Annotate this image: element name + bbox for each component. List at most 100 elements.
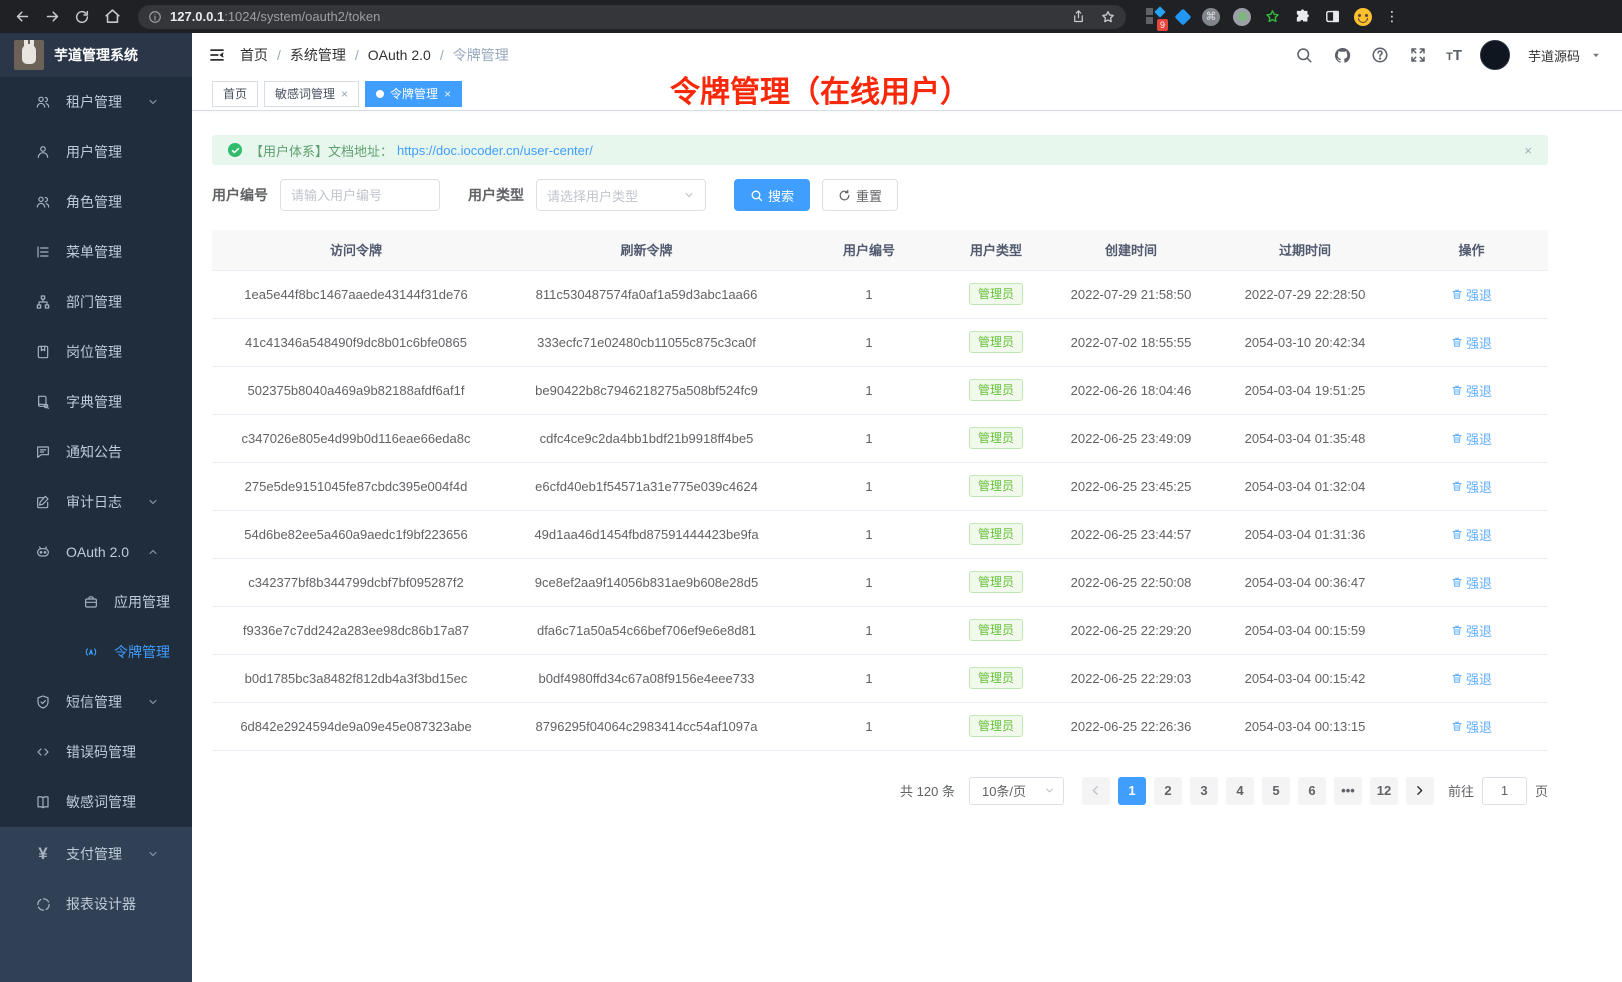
tab-令牌管理[interactable]: 令牌管理× — [365, 81, 462, 107]
sidebar-item-role-management[interactable]: 角色管理 — [0, 177, 192, 227]
site-info-icon[interactable] — [148, 10, 162, 24]
force-logout-button[interactable]: 强退 — [1451, 573, 1492, 592]
sidebar-item-menu-management[interactable]: 菜单管理 — [0, 227, 192, 277]
prev-page-button[interactable] — [1082, 777, 1110, 805]
tab-close-icon[interactable]: × — [341, 87, 348, 101]
sidebar-item-pay-management[interactable]: ¥支付管理 — [0, 829, 192, 879]
sidebar-item-post-management[interactable]: 岗位管理 — [0, 327, 192, 377]
breadcrumb-item[interactable]: 首页 — [240, 45, 268, 65]
search-button[interactable]: 搜索 — [734, 179, 810, 211]
user-menu[interactable]: 芋道源码 — [1528, 45, 1606, 65]
page-size-select[interactable]: 10条/页 — [969, 777, 1064, 805]
extension-gem-icon[interactable] — [1175, 8, 1192, 25]
extension-command-icon[interactable]: ⌘ — [1202, 8, 1220, 26]
sidebar-item-label: 敏感词管理 — [66, 792, 136, 812]
force-logout-button[interactable]: 强退 — [1451, 477, 1492, 496]
force-logout-button[interactable]: 强退 — [1451, 333, 1492, 352]
address-bar[interactable]: 127.0.0.1:1024/system/oauth2/token — [138, 5, 1126, 29]
github-icon[interactable] — [1332, 45, 1352, 65]
sidebar-item-error-code-management[interactable]: 错误码管理 — [0, 727, 192, 777]
brand-title: 芋道管理系统 — [54, 45, 138, 65]
help-icon[interactable] — [1370, 45, 1390, 65]
page-button-2[interactable]: 2 — [1154, 777, 1182, 805]
page-button-1[interactable]: 1 — [1118, 777, 1146, 805]
brand[interactable]: 芋道管理系统 — [0, 33, 192, 77]
sidebar-item-dict-management[interactable]: 字典管理 — [0, 377, 192, 427]
alert-doc-link[interactable]: https://doc.iocoder.cn/user-center/ — [397, 143, 593, 158]
browser-reload-icon[interactable] — [70, 5, 94, 29]
token-broadcast-icon — [82, 643, 100, 661]
extension-green-star-icon[interactable] — [1264, 8, 1281, 25]
extensions-bar: 9 ⌘ ⋮ — [1146, 8, 1399, 26]
alert-close-icon[interactable]: × — [1524, 143, 1532, 158]
force-logout-button[interactable]: 强退 — [1451, 429, 1492, 448]
browser-back-icon[interactable] — [10, 5, 34, 29]
fullscreen-icon[interactable] — [1408, 45, 1428, 65]
font-size-icon[interactable]: TT — [1446, 47, 1462, 64]
side-panel-icon[interactable] — [1324, 8, 1341, 25]
force-logout-button[interactable]: 强退 — [1451, 381, 1492, 400]
table-row: b0d1785bc3a8482f812db4a3f3bd15ecb0df4980… — [212, 654, 1548, 702]
page-button-6[interactable]: 6 — [1298, 777, 1326, 805]
search-icon[interactable] — [1294, 45, 1314, 65]
sidebar-item-sensitive-words[interactable]: 敏感词管理 — [0, 777, 192, 827]
user-type-placeholder: 请选择用户类型 — [547, 186, 638, 205]
oauth-robot-icon — [34, 543, 52, 561]
sidebar-item-label: 审计日志 — [66, 492, 122, 512]
user-type-tag: 管理员 — [969, 571, 1023, 593]
force-logout-button[interactable]: 强退 — [1451, 669, 1492, 688]
access-token-cell: b0d1785bc3a8482f812db4a3f3bd15ec — [212, 654, 500, 702]
tab-首页[interactable]: 首页 — [212, 81, 258, 107]
user-type-select[interactable]: 请选择用户类型 — [536, 179, 706, 211]
profile-emoji-icon[interactable] — [1354, 8, 1372, 26]
sidebar-collapse-icon[interactable] — [208, 46, 226, 64]
breadcrumb-item[interactable]: 系统管理 — [290, 45, 346, 65]
sidebar-item-oauth2[interactable]: OAuth 2.0 — [0, 527, 192, 577]
page-button-3[interactable]: 3 — [1190, 777, 1218, 805]
force-logout-button[interactable]: 强退 — [1451, 717, 1492, 736]
page-ellipsis[interactable]: ••• — [1334, 777, 1362, 805]
goto-label: 前往 — [1448, 781, 1474, 800]
sidebar-item-oauth2-token[interactable]: 令牌管理 — [0, 627, 192, 677]
force-logout-button[interactable]: 强退 — [1451, 621, 1492, 640]
sidebar-item-audit-log[interactable]: 审计日志 — [0, 477, 192, 527]
sidebar-item-label: 短信管理 — [66, 692, 122, 712]
sidebar-item-user-management[interactable]: 用户管理 — [0, 127, 192, 177]
reset-button[interactable]: 重置 — [822, 179, 898, 211]
sidebar-item-oauth2-application[interactable]: 应用管理 — [0, 577, 192, 627]
page-button-4[interactable]: 4 — [1226, 777, 1254, 805]
share-icon[interactable] — [1071, 9, 1086, 25]
created-time-cell: 2022-06-25 22:29:03 — [1047, 654, 1215, 702]
table-row: f9336e7c7dd242a283ee98dc86b17a87dfa6c71a… — [212, 606, 1548, 654]
force-logout-button[interactable]: 强退 — [1451, 525, 1492, 544]
avatar[interactable] — [1480, 40, 1510, 70]
sidebar-item-tenant-management[interactable]: 租户管理 — [0, 77, 192, 127]
page-button-12[interactable]: 12 — [1370, 777, 1398, 805]
breadcrumb-item[interactable]: OAuth 2.0 — [368, 47, 431, 63]
bookmark-star-icon[interactable] — [1100, 9, 1116, 25]
goto-page-input[interactable] — [1482, 777, 1527, 805]
tab-敏感词管理[interactable]: 敏感词管理× — [264, 81, 359, 107]
sidebar-item-notice-announcement[interactable]: 通知公告 — [0, 427, 192, 477]
sidebar-item-sms-management[interactable]: 短信管理 — [0, 677, 192, 727]
user-id-cell: 1 — [793, 414, 945, 462]
user-type-tag: 管理员 — [969, 667, 1023, 689]
post-badge-icon — [34, 343, 52, 361]
user-name: 芋道源码 — [1528, 46, 1580, 65]
user-id-input[interactable] — [280, 179, 440, 211]
column-header: 创建时间 — [1047, 230, 1215, 270]
tab-close-icon[interactable]: × — [444, 87, 451, 101]
browser-menu-icon[interactable]: ⋮ — [1385, 8, 1399, 25]
extension-grid-icon[interactable]: 9 — [1146, 8, 1164, 26]
extension-record-icon[interactable] — [1233, 8, 1251, 26]
browser-home-icon[interactable] — [100, 5, 124, 29]
sidebar-item-dept-management[interactable]: 部门管理 — [0, 277, 192, 327]
page-button-5[interactable]: 5 — [1262, 777, 1290, 805]
extensions-puzzle-icon[interactable] — [1294, 8, 1311, 25]
force-logout-button[interactable]: 强退 — [1451, 285, 1492, 304]
sidebar-item-report-designer[interactable]: 报表设计器 — [0, 879, 192, 929]
expire-time-cell: 2054-03-04 19:51:25 — [1215, 366, 1395, 414]
next-page-button[interactable] — [1406, 777, 1434, 805]
browser-forward-icon[interactable] — [40, 5, 64, 29]
user-type-tag: 管理员 — [969, 475, 1023, 497]
